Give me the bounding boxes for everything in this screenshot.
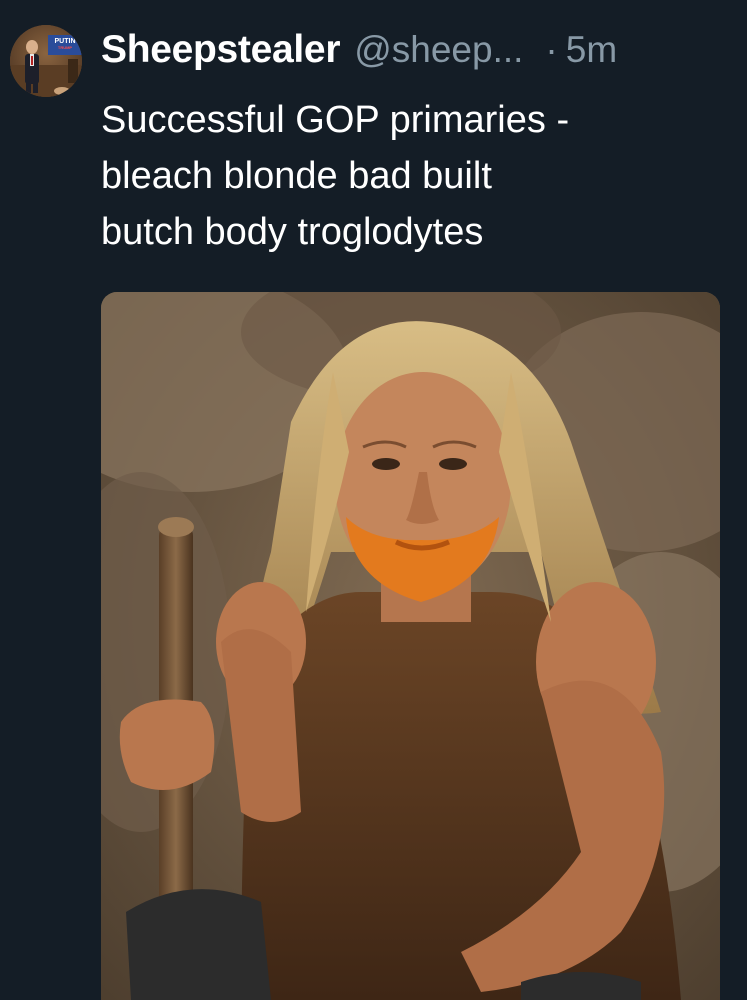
tweet-timestamp[interactable]: 5m xyxy=(566,29,617,71)
display-name[interactable]: Sheepstealer xyxy=(101,28,341,72)
tweet-text-line: bleach blonde bad built xyxy=(101,155,492,197)
avatar-sign-text: PUTIN xyxy=(55,38,76,45)
header-separator: · xyxy=(545,29,558,70)
tweet[interactable]: PUTIN TRUMP Sheepstealer @sheep... · 5m … xyxy=(0,0,747,1000)
user-handle[interactable]: @sheep... xyxy=(354,29,523,71)
media-photo xyxy=(101,292,720,1000)
tweet-text-line: Successful GOP primaries - xyxy=(101,99,570,141)
tweet-text-line: butch body troglodytes xyxy=(101,211,484,253)
user-avatar[interactable]: PUTIN TRUMP xyxy=(10,25,82,97)
tweet-header: Sheepstealer @sheep... · 5m xyxy=(101,28,727,78)
avatar-image: PUTIN TRUMP xyxy=(10,25,82,97)
tweet-text: Successful GOP primaries - bleach blonde… xyxy=(101,92,721,260)
avatar-sign-subtext: TRUMP xyxy=(58,45,73,50)
tweet-media-image[interactable] xyxy=(101,292,720,1000)
